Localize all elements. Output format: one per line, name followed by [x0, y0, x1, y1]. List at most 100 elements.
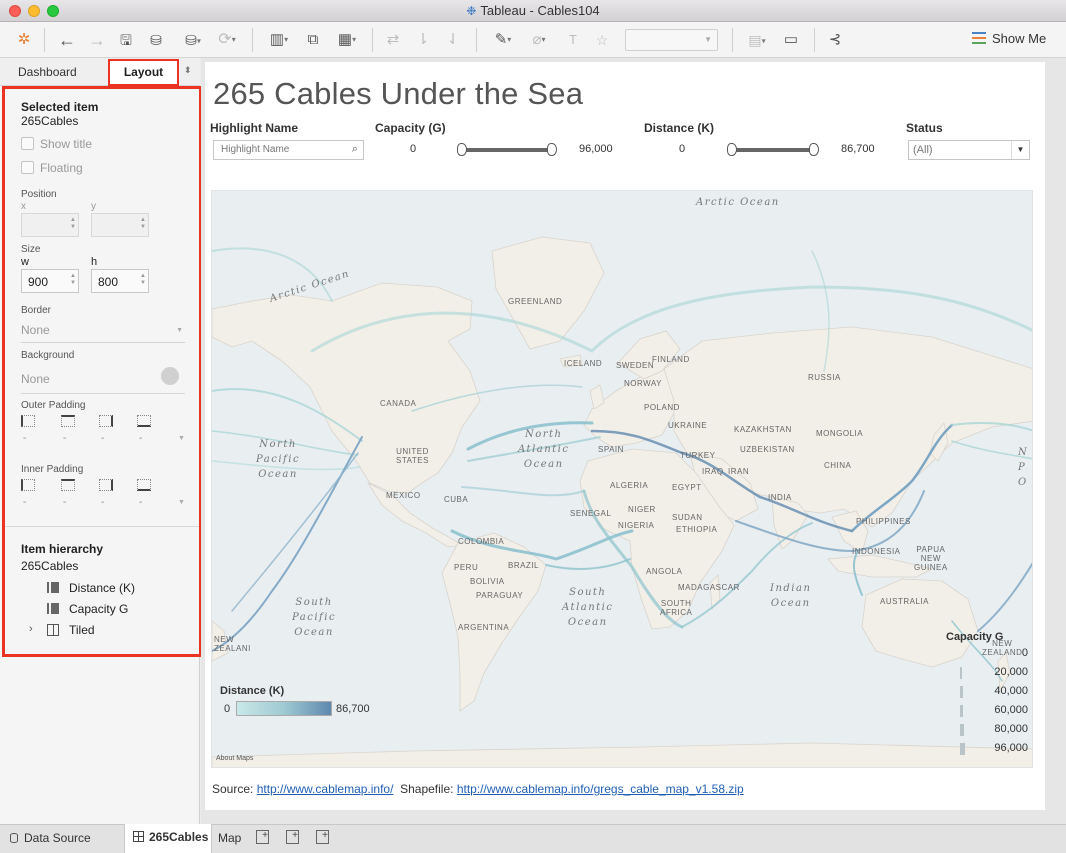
hierarchy-item-tiled[interactable]: Tiled [47, 623, 95, 637]
background-select[interactable]: None [21, 372, 151, 392]
highlight-icon[interactable]: ✎▾ [488, 29, 518, 51]
capacity-legend-value: 80,000 [994, 723, 1028, 735]
padding-left-icon[interactable] [21, 479, 35, 491]
pause-updates-icon[interactable]: ⛁▾ [176, 29, 210, 51]
sort-ascending-icon[interactable]: ⇂ [412, 29, 434, 51]
new-story-tab-icon[interactable]: + [316, 830, 329, 844]
country-label: RUSSIA [808, 373, 841, 382]
fit-select[interactable]: ▼ [625, 29, 718, 51]
capacity-legend[interactable]: Capacity G 0 20,000 40,000 60,000 80,000 96,0… [942, 631, 1032, 765]
tableau-home-icon[interactable]: ✲ [14, 29, 34, 51]
ocean-label-pacific-right: NPO [1018, 447, 1029, 488]
sort-descending-icon[interactable]: ⇃ [442, 29, 464, 51]
chevron-down-icon[interactable]: ▼ [178, 435, 185, 442]
chevron-down-icon[interactable]: ▼ [178, 499, 185, 506]
presentation-mode-icon[interactable]: ▭ [780, 29, 802, 51]
layout-panel: Selected item 265Cables Show title Float… [2, 86, 202, 657]
border-select[interactable]: None ▼ [21, 323, 185, 343]
item-hierarchy-heading: Item hierarchy [21, 542, 104, 556]
country-label: ARGENTINA [458, 623, 510, 632]
status-filter-label: Status [906, 121, 943, 135]
tab-map[interactable]: Map [218, 825, 241, 853]
undo-icon[interactable]: ← [56, 29, 78, 51]
country-label: ALGERIA [610, 481, 649, 490]
tab-265cables-active[interactable]: 265Cables [124, 824, 212, 853]
legend-icon [47, 582, 59, 593]
about-maps-link[interactable]: About Maps [216, 755, 253, 762]
dashboard: 265 Cables Under the Sea Highlight Name … [205, 62, 1045, 810]
x-position-stepper[interactable]: ▲ ▼ [21, 213, 79, 237]
capacity-range-track[interactable] [461, 148, 551, 152]
distance-max-handle[interactable] [809, 143, 819, 156]
distance-min-handle[interactable] [727, 143, 737, 156]
padding-right-icon[interactable] [99, 415, 113, 427]
clear-sheet-icon[interactable]: ▦▾ [330, 29, 364, 51]
country-label: CANADA [380, 399, 417, 408]
tab-data-source[interactable]: Data Source [10, 825, 91, 853]
tab-dashboard[interactable]: Dashboard [18, 65, 77, 79]
expand-chevron-icon[interactable]: › [29, 623, 33, 635]
padding-left-icon[interactable] [21, 415, 35, 427]
show-title-checkbox[interactable]: Show title [21, 137, 92, 151]
y-position-stepper[interactable]: ▲ ▼ [91, 213, 149, 237]
padding-bottom-icon[interactable] [137, 415, 151, 427]
ocean-label-north-pacific: North Pacific Ocean [256, 439, 301, 480]
padding-bottom-icon[interactable] [137, 479, 151, 491]
new-worksheet-icon[interactable]: ▥▾ [262, 29, 296, 51]
show-cards-icon[interactable]: ▤▾ [742, 29, 772, 51]
legend-icon [47, 603, 59, 614]
country-label: NIGER [628, 505, 656, 514]
swap-rows-columns-icon[interactable]: ⇄ [382, 29, 404, 51]
background-label: Background [21, 350, 75, 361]
database-icon [10, 833, 18, 843]
capacity-legend-value: 60,000 [994, 704, 1028, 716]
cable-map[interactable]: Arctic Ocean Arctic Ocean North Pacific Oc… [211, 190, 1033, 768]
duplicate-sheet-icon[interactable]: ⧉ [302, 29, 324, 51]
refresh-icon[interactable]: ⟳▾ [212, 29, 242, 51]
distance-legend-title: Distance (K) [220, 685, 285, 697]
new-data-source-icon[interactable]: ⛁ [146, 29, 166, 51]
show-me-button[interactable]: Show Me [972, 31, 1046, 46]
border-label: Border [21, 305, 52, 316]
source-link[interactable]: http://www.cablemap.info/ [257, 782, 394, 796]
status-select[interactable]: (All) ▼ [908, 140, 1030, 160]
tab-scroll-icon[interactable]: ⬍ [184, 65, 192, 76]
capacity-max-handle[interactable] [547, 143, 557, 156]
background-color-swatch[interactable] [161, 367, 179, 385]
width-stepper[interactable]: 900 ▲ ▼ [21, 269, 79, 293]
shapefile-link[interactable]: http://www.cablemap.info/gregs_cable_map… [457, 782, 744, 796]
distance-filter-label: Distance (K) [644, 121, 715, 135]
distance-legend[interactable]: Distance (K) 0 86,700 [220, 685, 390, 716]
highlight-name-input[interactable]: Highlight Name ⌕ [213, 140, 364, 160]
show-mark-labels-icon[interactable]: T [562, 29, 584, 51]
padding-right-icon[interactable] [99, 479, 113, 491]
capacity-min-handle[interactable] [457, 143, 467, 156]
padding-top-icon[interactable] [61, 479, 75, 491]
hierarchy-item-distance[interactable]: Distance (K) [47, 581, 135, 595]
country-label: MEXICO [386, 491, 421, 500]
outer-padding-left-value: - [23, 433, 27, 444]
share-icon[interactable]: ⊰ [824, 29, 846, 51]
chevron-down-icon: ▼ [704, 35, 712, 44]
floating-checkbox[interactable]: Floating [21, 161, 83, 175]
group-members-icon[interactable]: ⌀▾ [524, 29, 554, 51]
fix-axes-icon[interactable]: ☆ [592, 29, 612, 51]
new-worksheet-tab-icon[interactable]: + [256, 830, 269, 844]
capacity-legend-swatch [960, 705, 964, 717]
capacity-min-value: 0 [410, 143, 417, 155]
dashboard-icon [133, 831, 144, 842]
save-icon[interactable]: 🖫 [116, 29, 136, 51]
tab-layout[interactable]: Layout [108, 59, 179, 86]
distance-range-track[interactable] [731, 148, 813, 152]
country-label: CHINA [824, 461, 852, 470]
distance-legend-max: 86,700 [336, 703, 370, 715]
redo-icon[interactable]: → [86, 29, 108, 51]
country-label: ICELAND [564, 359, 603, 368]
hierarchy-item-capacity[interactable]: Capacity G [47, 602, 128, 616]
country-label: NIGERIA [618, 521, 655, 530]
height-stepper[interactable]: 800 ▲ ▼ [91, 269, 149, 293]
padding-top-icon[interactable] [61, 415, 75, 427]
hierarchy-root[interactable]: 265Cables [21, 559, 78, 573]
country-label: PARAGUAY [476, 591, 524, 600]
new-dashboard-tab-icon[interactable]: + [286, 830, 299, 844]
